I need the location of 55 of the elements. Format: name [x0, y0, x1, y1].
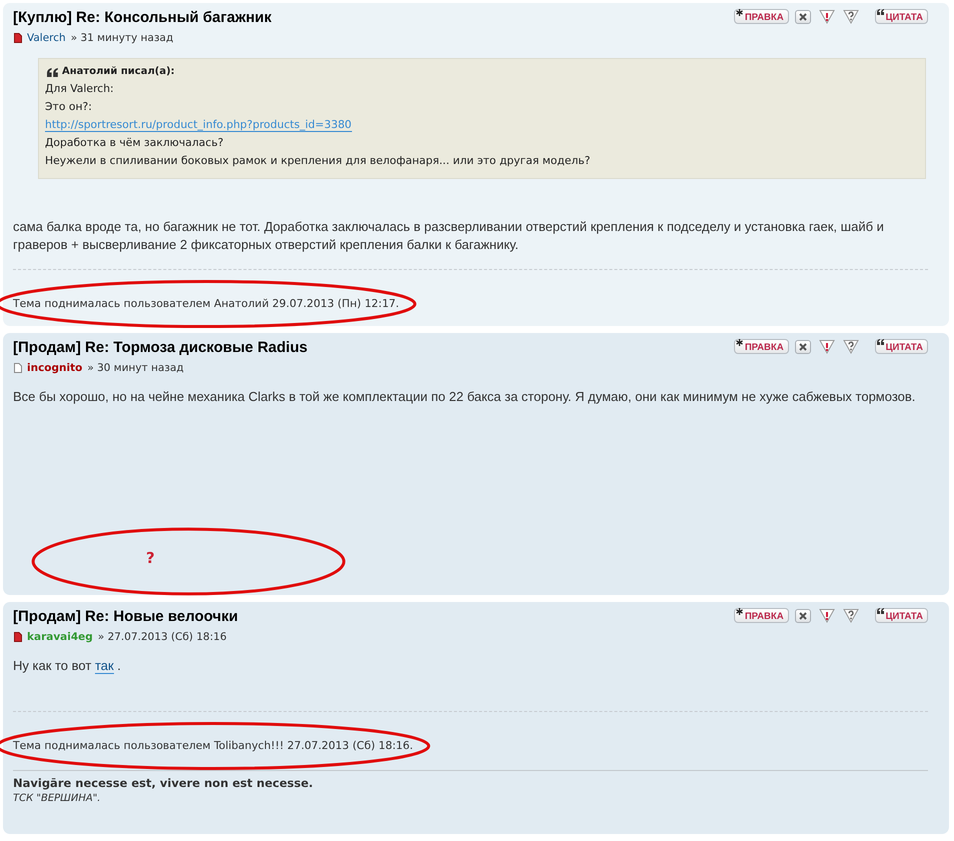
bump-notice: Тема поднималась пользователем Анатолий 29.07.2013 (Пн) 12:17. [13, 297, 400, 311]
asterisk-icon [736, 339, 743, 346]
signature-text: ТСК "ВЕРШИНА". [13, 792, 102, 806]
author-link[interactable]: incognito [27, 361, 82, 375]
quote-button[interactable]: ЦИТАТА [874, 9, 928, 24]
quote-button[interactable]: ЦИТАТА [874, 608, 928, 623]
delete-button[interactable] [794, 10, 811, 24]
info-button[interactable] [842, 608, 859, 623]
post-time: » 27.07.2013 (Сб) 18:16 [98, 630, 227, 644]
post-title: [Продам] Re: Тормоза дисковые Radius [13, 339, 308, 357]
quote-icon [876, 9, 884, 15]
edit-button[interactable]: ПРАВКА [734, 339, 789, 354]
edit-button[interactable]: ПРАВКА [734, 9, 789, 24]
warning-icon [818, 608, 835, 623]
author-link[interactable]: Valerch [27, 31, 66, 45]
quote-button[interactable]: ЦИТАТА [874, 339, 928, 354]
asterisk-icon [736, 9, 743, 16]
post-title: [Продам] Re: Новые велоочки [13, 608, 238, 626]
cross-icon [798, 12, 807, 20]
question-mark: ? [146, 549, 155, 567]
help-icon [842, 339, 859, 354]
info-button[interactable] [842, 9, 859, 24]
help-icon [842, 9, 859, 24]
post-time: » 31 минуту назад [70, 31, 174, 45]
warning-icon [818, 9, 835, 24]
help-icon [842, 608, 859, 623]
delete-button[interactable] [794, 608, 811, 622]
report-button[interactable] [818, 608, 835, 623]
delete-button[interactable] [794, 340, 811, 354]
asterisk-icon [736, 608, 743, 615]
quote-author: Анатолий писал(а): [62, 65, 175, 79]
signature-text: Navigāre necesse est, vivere non est necesse. [13, 775, 314, 791]
quote-text: Для Valerch: [45, 81, 115, 97]
post-text: Все бы хорошо, но на чейне механика Clarks в той же комплектации по 22 бакса за сторону. Я думаю, они как минимум не хуже сабжевых тормозов. [13, 388, 916, 406]
post-time: » 30 минут назад [87, 361, 184, 375]
cross-icon [798, 342, 807, 350]
quote-text: Неужели в спиливании боковых рамок и крепления для велофанаря... или это другая модель? [45, 153, 592, 169]
post-title: [Куплю] Re: Консольный багажник [13, 9, 272, 27]
edit-button[interactable]: ПРАВКА [734, 608, 789, 623]
cross-icon [798, 612, 807, 620]
quote-icon [876, 339, 884, 345]
info-button[interactable] [842, 339, 859, 354]
report-button[interactable] [818, 9, 835, 24]
report-button[interactable] [818, 339, 835, 354]
quote-icon [876, 608, 884, 614]
quote-marks-icon [47, 68, 58, 76]
post-text: сама балка вроде та, но багажник не тот. Доработка заключалась в разсверливании отверстий крепления к подседелу и установка гаек, шайб и граверов + высверливание 2 фиксаторных отверстий крепления балки к багажнику. [13, 218, 885, 254]
warning-icon [818, 339, 835, 354]
post-text: Ну как то вот так . [13, 657, 122, 675]
post-link[interactable]: так [94, 658, 114, 674]
author-link[interactable]: karavai4eg [27, 630, 93, 644]
quote-text: Это он?: [45, 99, 93, 115]
quote-link[interactable]: http://sportresort.ru/product_info.php?products_id=3380 [45, 118, 352, 132]
quote-text: Доработка в чём заключалась? [45, 135, 224, 151]
bump-notice: Тема поднималась пользователем Tolibanych!!! 27.07.2013 (Сб) 18:16. [13, 739, 414, 753]
